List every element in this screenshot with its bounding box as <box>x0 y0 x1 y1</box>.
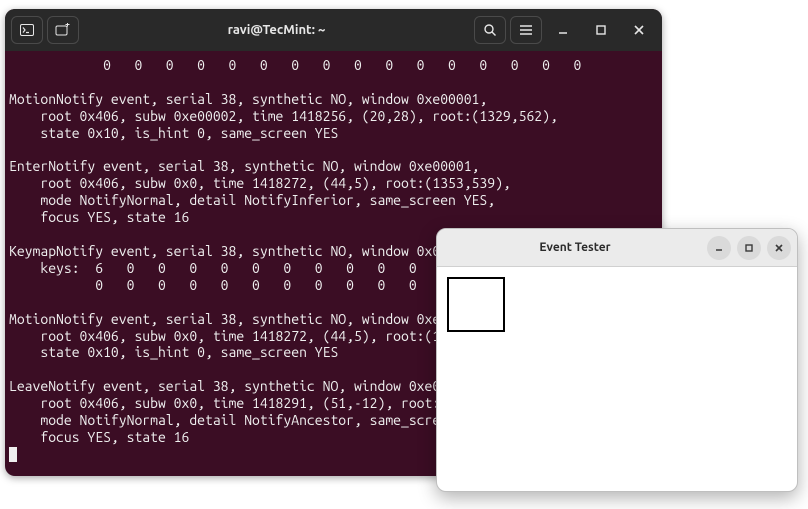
minimize-button[interactable] <box>707 236 731 260</box>
maximize-button[interactable] <box>584 16 618 44</box>
maximize-button[interactable] <box>737 236 761 260</box>
event-tester-window: Event Tester <box>436 228 798 492</box>
close-button[interactable] <box>622 16 656 44</box>
search-button[interactable] <box>474 16 506 44</box>
terminal-cursor <box>9 447 17 462</box>
event-tester-controls <box>707 236 791 260</box>
close-button[interactable] <box>767 236 791 260</box>
event-tester-box[interactable] <box>447 277 505 332</box>
terminal-right-controls <box>474 16 656 44</box>
menu-button[interactable] <box>510 16 542 44</box>
terminal-title: ravi@TecMint: ~ <box>228 23 326 37</box>
event-tester-client-area[interactable] <box>437 267 797 342</box>
minimize-button[interactable] <box>546 16 580 44</box>
event-tester-title: Event Tester <box>443 241 707 254</box>
terminal-icon[interactable] <box>11 16 43 44</box>
event-tester-titlebar[interactable]: Event Tester <box>437 229 797 267</box>
new-tab-button[interactable] <box>47 16 79 44</box>
terminal-titlebar[interactable]: ravi@TecMint: ~ <box>5 9 662 51</box>
